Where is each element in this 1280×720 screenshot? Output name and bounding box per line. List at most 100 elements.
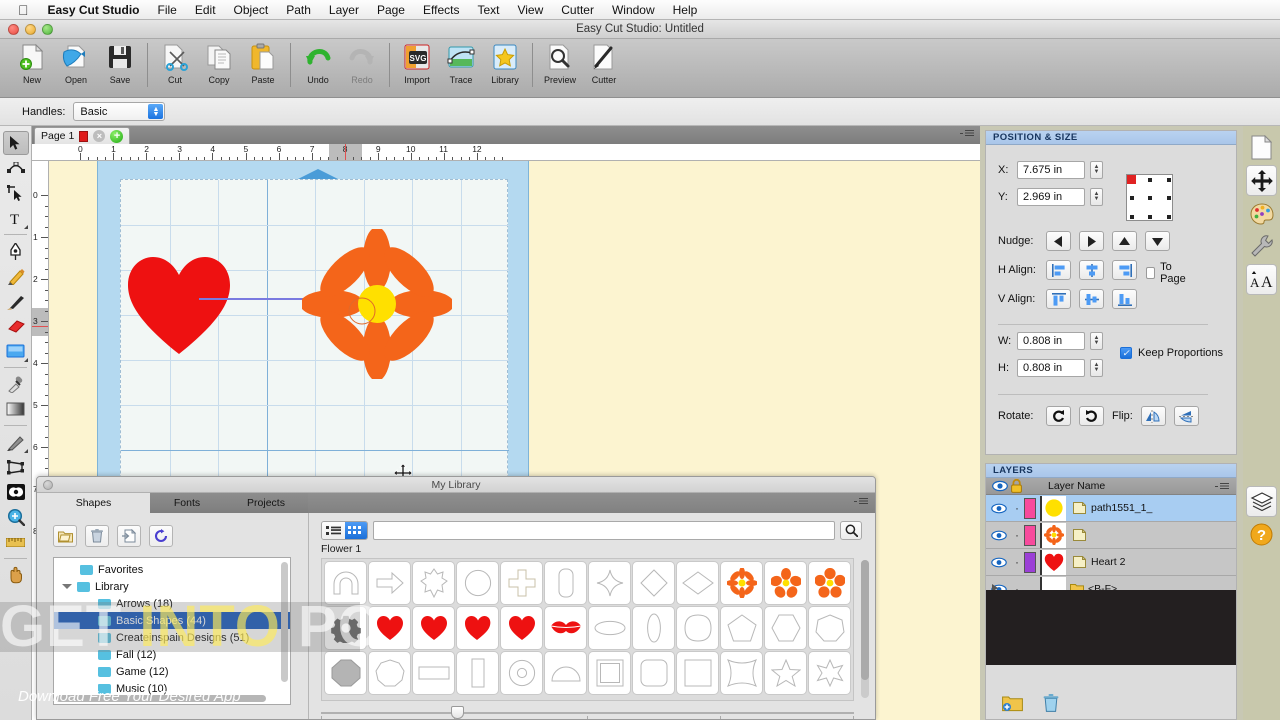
tree-item-game[interactable]: Game (12) bbox=[54, 663, 290, 680]
toolbar-trace-button[interactable]: Trace bbox=[439, 39, 483, 95]
x-input[interactable]: 7.675 in bbox=[1017, 161, 1085, 179]
tab-fonts[interactable]: Fonts bbox=[150, 493, 224, 513]
tab-shapes[interactable]: Shapes bbox=[37, 493, 150, 513]
menu-item-app[interactable]: Easy Cut Studio bbox=[39, 0, 149, 20]
shape-cell-four-point-star[interactable] bbox=[588, 561, 631, 605]
library-search-field[interactable] bbox=[373, 521, 835, 540]
flower-shape[interactable] bbox=[302, 229, 452, 379]
menu-item-effects[interactable]: Effects bbox=[414, 0, 468, 20]
handles-select[interactable]: Basic ▲ ▼ bbox=[73, 102, 166, 121]
shape-cell-lips[interactable] bbox=[544, 606, 587, 650]
w-input[interactable]: 0.808 in bbox=[1017, 332, 1085, 350]
shape-cell-ellipse-wide[interactable] bbox=[588, 606, 631, 650]
toolbar-new-button[interactable]: New bbox=[10, 39, 54, 95]
w-stepper[interactable]: ▲ ▼ bbox=[1090, 332, 1103, 350]
list-view-icon[interactable] bbox=[322, 522, 345, 539]
shape-cell-half-circle[interactable] bbox=[544, 651, 587, 695]
layer-color-bar[interactable] bbox=[1024, 497, 1036, 519]
align-right-icon[interactable] bbox=[1112, 260, 1137, 280]
h-input[interactable]: 0.808 in bbox=[1017, 359, 1085, 377]
layer-lock-toggle[interactable]: · bbox=[1012, 555, 1022, 569]
shape-cell-nonagon[interactable] bbox=[368, 651, 411, 695]
align-bottom-icon[interactable] bbox=[1112, 289, 1137, 309]
shape-cell-gear[interactable] bbox=[324, 606, 367, 650]
page-tab-1[interactable]: Page 1 × + bbox=[34, 127, 131, 144]
layers-panel-menu-icon[interactable] bbox=[1215, 482, 1229, 491]
close-page-icon[interactable]: × bbox=[93, 130, 106, 142]
y-input[interactable]: 2.969 in bbox=[1017, 188, 1085, 206]
refresh-icon[interactable] bbox=[149, 525, 173, 547]
align-center-icon[interactable] bbox=[1079, 260, 1104, 280]
pencil-tool[interactable] bbox=[3, 264, 29, 288]
layer-visibility-toggle[interactable] bbox=[986, 503, 1012, 514]
menu-item-cutter[interactable]: Cutter bbox=[552, 0, 603, 20]
shape-cell-tall-rectangle[interactable] bbox=[456, 651, 499, 695]
shape-cell-star-5[interactable] bbox=[764, 651, 807, 695]
document-panel-icon[interactable] bbox=[1246, 132, 1277, 163]
thumbnail-size-slider[interactable] bbox=[321, 705, 854, 719]
menu-item-help[interactable]: Help bbox=[664, 0, 707, 20]
shape-cell-heart-1[interactable] bbox=[368, 606, 411, 650]
text-tool[interactable]: T bbox=[3, 206, 29, 230]
shape-cell-burst-6[interactable] bbox=[412, 561, 455, 605]
library-folder-tree[interactable]: Favorites Library Arrows (18) Basic Shap… bbox=[53, 557, 291, 705]
import-file-icon[interactable] bbox=[117, 525, 141, 547]
layer-row-flower[interactable]: · bbox=[986, 522, 1236, 549]
shape-cell-heart-2[interactable] bbox=[412, 606, 455, 650]
layer-lock-toggle[interactable]: · bbox=[1012, 528, 1022, 542]
view-mode-toggle[interactable] bbox=[321, 521, 368, 540]
anchor-point-botright[interactable] bbox=[1167, 215, 1171, 219]
tab-projects[interactable]: Projects bbox=[224, 493, 308, 513]
to-page-group[interactable]: To Page bbox=[1146, 261, 1189, 285]
tree-vertical-scrollbar[interactable] bbox=[281, 562, 288, 682]
library-close-button[interactable] bbox=[43, 480, 53, 490]
shape-grid-scrollbar[interactable] bbox=[861, 560, 869, 698]
layer-color-bar[interactable] bbox=[1024, 551, 1036, 573]
shape-cell-flower-5-round[interactable] bbox=[808, 561, 851, 605]
heart-shape[interactable] bbox=[124, 251, 234, 361]
shape-cell-star-6[interactable] bbox=[808, 651, 851, 695]
gradient-tool[interactable] bbox=[3, 397, 29, 421]
menu-item-view[interactable]: View bbox=[508, 0, 552, 20]
layer-visibility-toggle[interactable] bbox=[986, 530, 1012, 541]
eraser-tool[interactable] bbox=[3, 314, 29, 338]
layers-panel-icon[interactable] bbox=[1246, 486, 1277, 517]
shape-cell-heart-3[interactable] bbox=[456, 606, 499, 650]
toolbar-open-button[interactable]: Open bbox=[54, 39, 98, 95]
tree-horizontal-scrollbar[interactable] bbox=[56, 695, 266, 702]
shape-cell-flower-daisy[interactable] bbox=[720, 561, 763, 605]
toolbar-copy-button[interactable]: Copy bbox=[197, 39, 241, 95]
menu-item-window[interactable]: Window bbox=[603, 0, 664, 20]
pen-tool[interactable] bbox=[3, 239, 29, 263]
rotate-ccw-icon[interactable] bbox=[1046, 406, 1071, 426]
tree-item-library[interactable]: Library bbox=[54, 578, 290, 595]
help-question-icon[interactable]: ? bbox=[1246, 519, 1277, 550]
position-size-panel-icon[interactable] bbox=[1246, 165, 1277, 196]
slider-handle[interactable] bbox=[451, 706, 464, 719]
toolbar-redo-button[interactable]: Redo bbox=[340, 39, 384, 95]
keep-proportions-group[interactable]: ✓ Keep Proportions bbox=[1120, 347, 1223, 359]
chevron-down-icon[interactable] bbox=[62, 584, 72, 589]
h-stepper[interactable]: ▲ ▼ bbox=[1090, 359, 1103, 377]
shape-cell-rounded-rect[interactable] bbox=[632, 651, 675, 695]
horizontal-ruler[interactable]: 0123456789101112 bbox=[32, 144, 980, 161]
page-color-swatch[interactable] bbox=[79, 130, 89, 142]
eyedropper-tool[interactable] bbox=[3, 372, 29, 396]
toolbar-library-button[interactable]: Library bbox=[483, 39, 527, 95]
shape-grid[interactable] bbox=[321, 558, 854, 701]
menu-item-layer[interactable]: Layer bbox=[320, 0, 368, 20]
menu-item-text[interactable]: Text bbox=[468, 0, 508, 20]
fill-color-palette-icon[interactable] bbox=[1246, 198, 1277, 229]
anchor-point-topleft[interactable] bbox=[1127, 175, 1136, 184]
shape-cell-concave-star[interactable] bbox=[720, 651, 763, 695]
anchor-point-midleft[interactable] bbox=[1130, 196, 1134, 200]
measure-tool[interactable] bbox=[3, 530, 29, 554]
shape-cell-heart-4[interactable] bbox=[500, 606, 543, 650]
layer-row-path1551[interactable]: · path1551_1_ bbox=[986, 495, 1236, 522]
anchor-point-topright[interactable] bbox=[1167, 178, 1171, 182]
brush-tool[interactable] bbox=[3, 289, 29, 313]
shape-cell-square-outline[interactable] bbox=[588, 651, 631, 695]
rectangle-tool[interactable] bbox=[3, 339, 29, 363]
nudge-up-icon[interactable] bbox=[1112, 231, 1137, 251]
anchor-point-topcenter[interactable] bbox=[1148, 178, 1152, 182]
